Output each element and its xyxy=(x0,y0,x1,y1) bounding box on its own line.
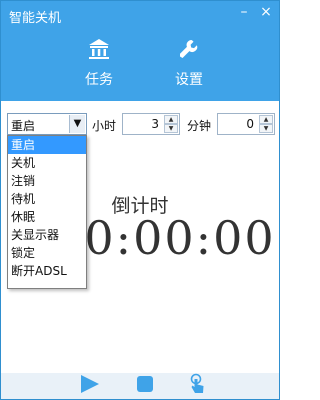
hour-up-button[interactable]: ▲ xyxy=(164,115,178,124)
action-select-value: 重启 xyxy=(11,119,36,133)
dropdown-item-shutdown[interactable]: 关机 xyxy=(8,154,86,172)
action-select[interactable]: 重启 ▼ xyxy=(7,113,87,135)
stop-icon[interactable] xyxy=(133,373,157,395)
bank-icon xyxy=(89,39,109,59)
minimize-button[interactable]: – xyxy=(235,4,253,20)
chevron-down-icon[interactable]: ▼ xyxy=(69,115,85,133)
minute-up-button[interactable]: ▲ xyxy=(259,115,273,124)
hour-stepper[interactable]: 3 ▲ ▼ xyxy=(122,113,180,135)
nav-task-label: 任务 xyxy=(85,72,113,88)
minute-down-button[interactable]: ▼ xyxy=(259,124,273,133)
nav-task[interactable]: 任务 xyxy=(69,37,129,89)
dropdown-item-disconnect-adsl[interactable]: 断开ADSL xyxy=(8,262,86,280)
minute-value[interactable]: 0 xyxy=(246,117,254,131)
nav-settings-label: 设置 xyxy=(175,72,203,88)
dropdown-item-lock[interactable]: 锁定 xyxy=(8,244,86,262)
bottom-toolbar xyxy=(1,373,279,399)
touch-icon[interactable] xyxy=(185,373,209,395)
dropdown-item-monitor-off[interactable]: 关显示器 xyxy=(8,226,86,244)
window-title: 智能关机 xyxy=(9,11,62,26)
wrench-icon xyxy=(180,40,198,58)
close-button[interactable]: × xyxy=(257,4,275,20)
window-controls: – × xyxy=(235,4,275,20)
dropdown-item-standby[interactable]: 待机 xyxy=(8,190,86,208)
minute-label: 分钟 xyxy=(187,119,212,133)
header: 智能关机 – × 任务 设置 xyxy=(1,1,279,101)
play-icon[interactable] xyxy=(77,373,101,395)
hour-value[interactable]: 3 xyxy=(151,117,159,131)
minute-stepper-buttons: ▲ ▼ xyxy=(259,115,273,133)
hour-down-button[interactable]: ▼ xyxy=(164,124,178,133)
action-dropdown-list: 重启 关机 注销 待机 休眠 关显示器 锁定 断开ADSL xyxy=(7,135,87,289)
dropdown-item-logoff[interactable]: 注销 xyxy=(8,172,86,190)
app-window: 智能关机 – × 任务 设置 重启 ▼ 小时 3 ▲ ▼ 分钟 0 ▲ ▼ 重启… xyxy=(0,0,280,400)
hour-stepper-buttons: ▲ ▼ xyxy=(164,115,178,133)
dropdown-item-hibernate[interactable]: 休眠 xyxy=(8,208,86,226)
nav-settings[interactable]: 设置 xyxy=(159,37,219,89)
controls-row: 重启 ▼ 小时 3 ▲ ▼ 分钟 0 ▲ ▼ xyxy=(1,113,279,137)
hour-label: 小时 xyxy=(92,119,117,133)
minute-stepper[interactable]: 0 ▲ ▼ xyxy=(217,113,275,135)
dropdown-item-restart[interactable]: 重启 xyxy=(8,136,86,154)
